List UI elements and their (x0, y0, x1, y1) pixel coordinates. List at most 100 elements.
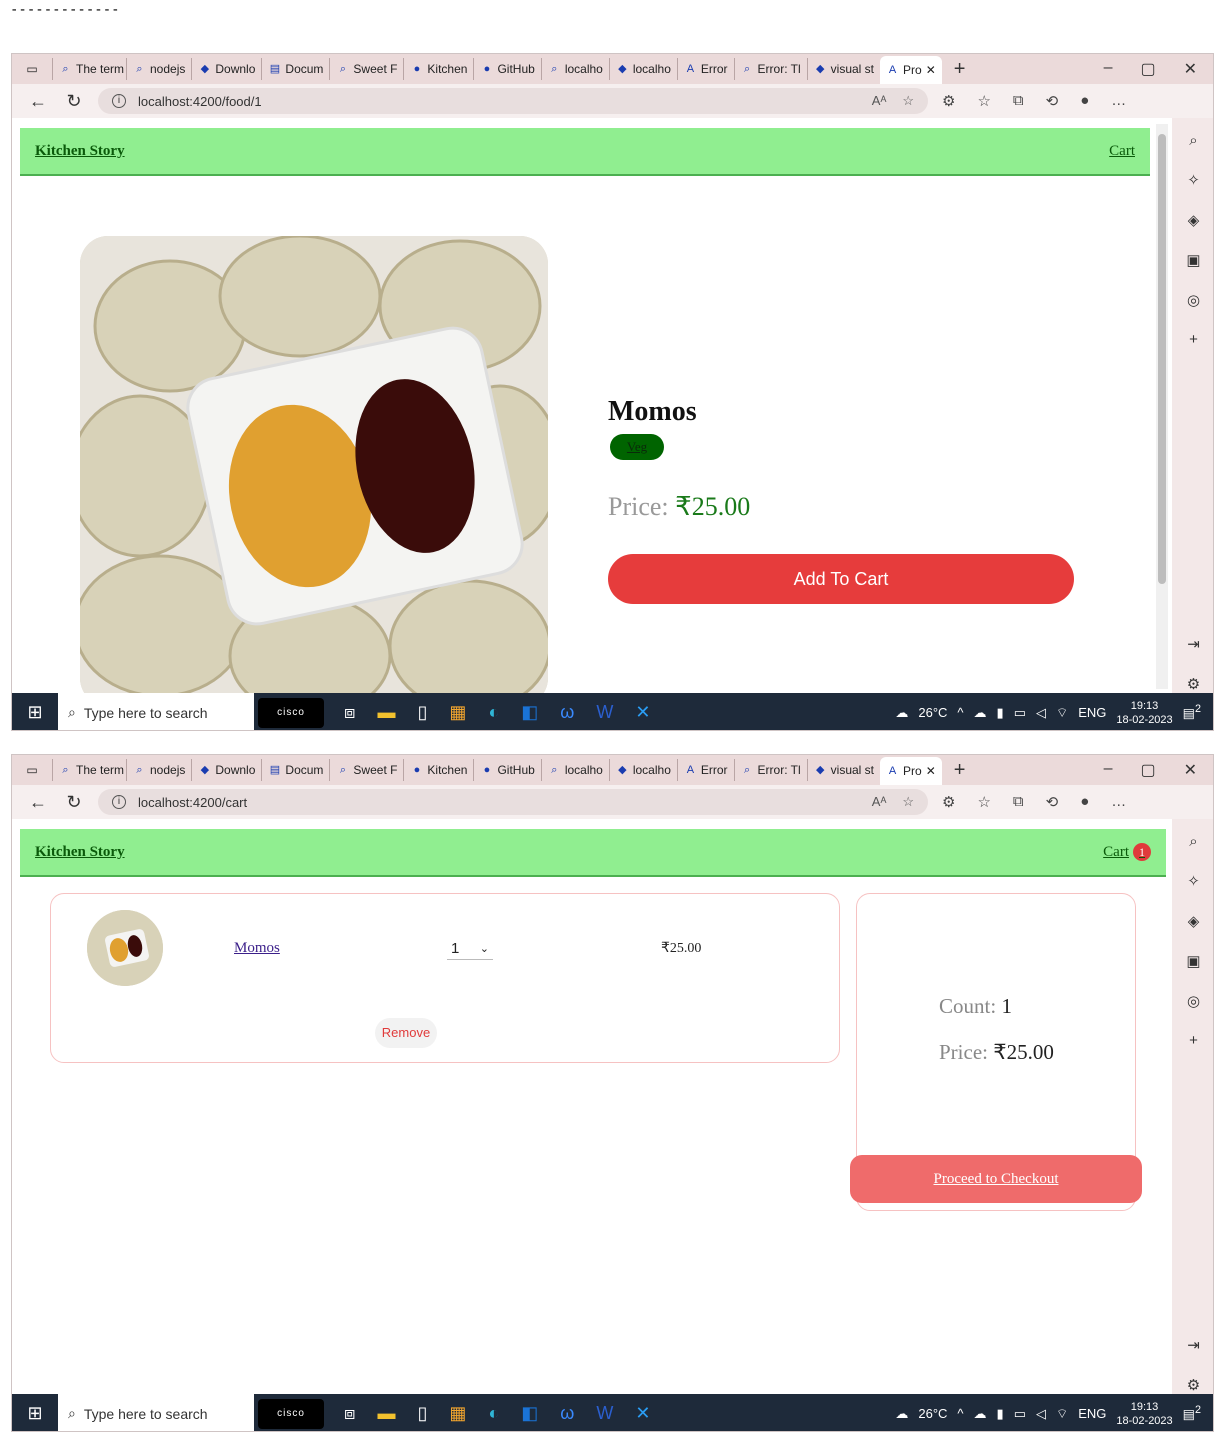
close-window-icon[interactable]: ✕ (1184, 59, 1197, 79)
weather-icon[interactable]: ☁ (895, 1406, 908, 1422)
refresh-icon[interactable]: ↻ (56, 91, 92, 112)
cisco-icon[interactable]: cisco (258, 697, 324, 728)
taskbar-search[interactable]: ⌕ Type here to search (58, 693, 254, 730)
battery-icon[interactable]: ▭ (1014, 1406, 1026, 1422)
windows-start-icon[interactable]: ⊞ (12, 1403, 58, 1424)
brand-link[interactable]: Kitchen Story (35, 143, 125, 160)
windows-start-icon[interactable]: ⊞ (12, 702, 58, 723)
browser-tab[interactable]: ⌕ Sweet F (329, 759, 403, 781)
remove-button[interactable]: Remove (375, 1018, 437, 1048)
chevron-up-icon[interactable]: ^ (957, 1406, 963, 1421)
volume-icon[interactable]: ◁ (1036, 705, 1046, 721)
task-view-icon[interactable]: ⧈ (344, 702, 355, 723)
back-icon[interactable]: ← (20, 91, 56, 112)
whatsapp-icon[interactable]: ◎ (1187, 291, 1200, 309)
notification-icon[interactable]: ▤2 (1183, 703, 1201, 721)
copilot-icon[interactable]: ✧ (1187, 872, 1200, 890)
file-explorer-icon[interactable]: ▬ (377, 702, 395, 723)
favorite-add-icon[interactable]: ☆ (902, 794, 914, 810)
edge-icon[interactable]: ◐ (488, 702, 499, 723)
brand-link[interactable]: Kitchen Story (35, 844, 125, 861)
item-name-link[interactable]: Momos (234, 940, 280, 957)
onedrive-icon[interactable]: ☁ (974, 1406, 987, 1422)
browser-tab[interactable]: ◆ localho (608, 759, 677, 781)
restore-icon[interactable]: ▢ (1140, 59, 1155, 79)
outlook-icon[interactable]: ▣ (1186, 952, 1200, 970)
outlook-app-icon[interactable]: ◧ (521, 702, 538, 723)
browser-tab[interactable]: ⌕ localho (540, 759, 609, 781)
word-icon[interactable]: W (596, 702, 613, 723)
cart-link[interactable]: Cart (1109, 143, 1135, 160)
word-icon[interactable]: W (596, 1403, 613, 1424)
usb-icon[interactable]: ▮ (997, 1406, 1004, 1422)
taskbar-search[interactable]: ⌕ Type here to search (58, 1394, 254, 1431)
notepad-icon[interactable]: ▯ (417, 702, 427, 723)
volume-icon[interactable]: ◁ (1036, 1406, 1046, 1422)
battery-icon[interactable]: ▭ (1014, 705, 1026, 721)
task-view-icon[interactable]: ⧈ (344, 1403, 355, 1424)
profile-icon[interactable]: ● (1080, 92, 1089, 110)
refresh-icon[interactable]: ↻ (56, 792, 92, 813)
new-tab-button[interactable]: + (942, 759, 978, 782)
url-field[interactable]: i localhost:4200/cart Aᴬ ☆ (98, 789, 928, 815)
collections-icon[interactable]: ⧉ (1013, 793, 1024, 811)
browser-tab[interactable]: ◆ Downlo (191, 759, 261, 781)
scrollbar-thumb[interactable] (1158, 134, 1166, 584)
store-icon[interactable]: ▦ (449, 702, 466, 723)
wifi-icon[interactable]: ⌔ (1056, 1406, 1068, 1422)
favorites-icon[interactable]: ☆ (977, 793, 990, 811)
hide-sidebar-icon[interactable]: ⇥ (1187, 635, 1200, 653)
chevron-up-icon[interactable]: ^ (957, 705, 963, 720)
language[interactable]: ENG (1078, 705, 1106, 720)
clock[interactable]: 19:13 18-02-2023 (1116, 699, 1172, 727)
browser-tab[interactable]: ● Kitchen (403, 58, 473, 80)
search-icon[interactable]: ⌕ (1189, 833, 1197, 850)
weather-icon[interactable]: ☁ (895, 705, 908, 721)
tab-active[interactable]: A Pro ✕ (880, 56, 942, 84)
settings-icon[interactable]: ⚙ (1187, 1376, 1200, 1394)
hide-sidebar-icon[interactable]: ⇥ (1187, 1336, 1200, 1354)
tab-actions-icon[interactable]: ▭ (12, 62, 52, 76)
read-aloud-icon[interactable]: Aᴬ (872, 794, 887, 810)
add-icon[interactable]: + (1189, 1032, 1198, 1049)
more-icon[interactable]: … (1111, 793, 1126, 811)
search-icon[interactable]: ⌕ (1189, 132, 1197, 149)
tab-active[interactable]: A Pro ✕ (880, 757, 942, 785)
close-icon[interactable]: ✕ (926, 63, 936, 77)
shopping-icon[interactable]: ◈ (1188, 912, 1200, 930)
outlook-app-icon[interactable]: ◧ (521, 1403, 538, 1424)
temperature[interactable]: 26°C (918, 1406, 947, 1421)
collections-icon[interactable]: ⧉ (1013, 92, 1024, 110)
back-icon[interactable]: ← (20, 792, 56, 813)
browser-tab[interactable]: ▤ Docum (261, 58, 329, 80)
favorite-add-icon[interactable]: ☆ (902, 93, 914, 109)
restore-icon[interactable]: ▢ (1140, 760, 1155, 780)
usb-icon[interactable]: ▮ (997, 705, 1004, 721)
cisco-icon[interactable]: cisco (258, 1398, 324, 1429)
onedrive-icon[interactable]: ☁ (974, 705, 987, 721)
add-icon[interactable]: + (1189, 331, 1198, 348)
wifi-icon[interactable]: ⌔ (1056, 705, 1068, 721)
whatsapp-icon[interactable]: ◎ (1187, 992, 1200, 1010)
extensions-icon[interactable]: ⚙ (942, 793, 955, 811)
browser-tab[interactable]: ● Kitchen (403, 759, 473, 781)
new-tab-button[interactable]: + (942, 58, 978, 81)
scrollbar[interactable] (1156, 124, 1168, 689)
history-icon[interactable]: ⟲ (1046, 793, 1059, 811)
info-icon[interactable]: i (112, 94, 126, 108)
settings-icon[interactable]: ⚙ (1187, 675, 1200, 693)
history-icon[interactable]: ⟲ (1046, 92, 1059, 110)
vscode-icon[interactable]: ✕ (635, 1403, 650, 1424)
browser-tab[interactable]: ● GitHub (473, 759, 540, 781)
edge-icon[interactable]: ◐ (488, 1403, 499, 1424)
browser-tab[interactable]: ⌕ nodejs (126, 58, 191, 80)
favorites-icon[interactable]: ☆ (977, 92, 990, 110)
more-icon[interactable]: … (1111, 92, 1126, 110)
info-icon[interactable]: i (112, 795, 126, 809)
store-icon[interactable]: ▦ (449, 1403, 466, 1424)
outlook-icon[interactable]: ▣ (1186, 251, 1200, 269)
browser-tab[interactable]: A Error (676, 759, 734, 781)
browser-tab[interactable]: ⌕ Sweet F (329, 58, 403, 80)
temperature[interactable]: 26°C (918, 705, 947, 720)
language[interactable]: ENG (1078, 1406, 1106, 1421)
